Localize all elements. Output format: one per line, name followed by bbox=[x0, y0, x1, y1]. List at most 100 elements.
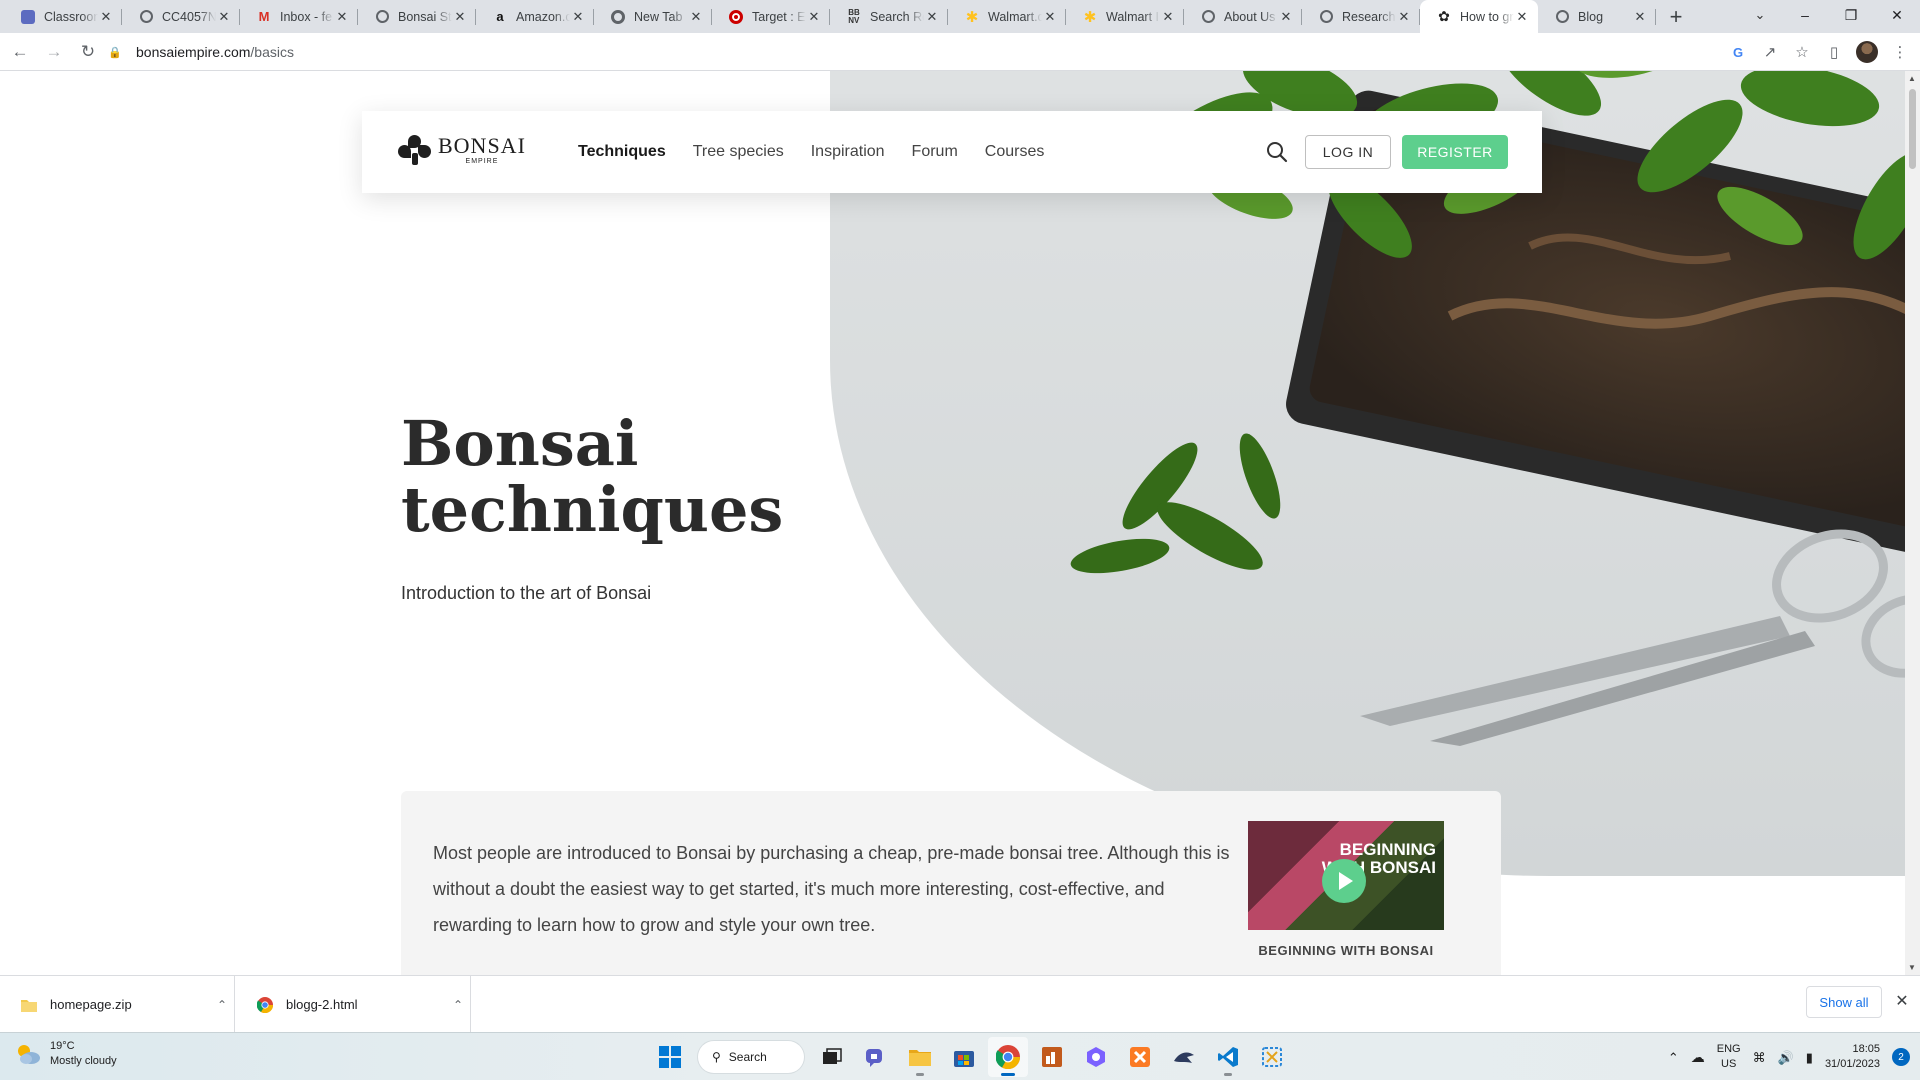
forward-button[interactable]: → bbox=[40, 38, 68, 66]
lock-icon: 🔒 bbox=[108, 46, 122, 59]
login-button[interactable]: LOG IN bbox=[1305, 135, 1391, 169]
app-tiles-icon[interactable] bbox=[1032, 1037, 1072, 1077]
address-bar[interactable]: 🔒 bonsaiempire.com/basics bbox=[108, 36, 1708, 68]
browser-tab[interactable]: Blog ✕ bbox=[1538, 0, 1656, 33]
globe-icon bbox=[1554, 9, 1570, 25]
tab-title: How to gr bbox=[1460, 9, 1514, 24]
side-panel-icon[interactable]: ▯ bbox=[1818, 37, 1850, 67]
file-explorer-icon[interactable] bbox=[900, 1037, 940, 1077]
copilot-app-icon[interactable] bbox=[1076, 1037, 1116, 1077]
download-filename: homepage.zip bbox=[50, 997, 132, 1012]
wifi-icon[interactable]: ⌘ bbox=[1753, 1050, 1766, 1065]
tab-close-icon[interactable]: ✕ bbox=[1042, 9, 1058, 25]
menu-inspiration[interactable]: Inspiration bbox=[811, 143, 885, 161]
tab-close-icon[interactable]: ✕ bbox=[334, 9, 350, 25]
tab-close-icon[interactable]: ✕ bbox=[924, 9, 940, 25]
title-line-1: Bonsai bbox=[401, 407, 639, 480]
browser-tab[interactable]: a Amazon.c ✕ bbox=[476, 0, 594, 33]
new-tab-button[interactable]: + bbox=[1660, 0, 1692, 33]
tab-close-icon[interactable]: ✕ bbox=[1396, 9, 1412, 25]
tab-title: Inbox - fe bbox=[280, 9, 333, 24]
taskbar-search[interactable]: ⚲ Search bbox=[698, 1041, 804, 1073]
windows-start-icon[interactable] bbox=[650, 1037, 690, 1077]
browser-tab[interactable]: About Us ✕ bbox=[1184, 0, 1302, 33]
browser-tab[interactable]: ✿ How to gr ✕ bbox=[1420, 0, 1538, 33]
page-scrollbar[interactable]: ▲ ▼ bbox=[1905, 71, 1920, 975]
task-view-icon[interactable] bbox=[812, 1037, 852, 1077]
bird-app-icon[interactable] bbox=[1164, 1037, 1204, 1077]
play-icon[interactable] bbox=[1322, 859, 1366, 903]
bonsai-empire-logo[interactable]: BONSAI EMPIRE bbox=[398, 135, 526, 165]
google-icon[interactable]: G bbox=[1722, 37, 1754, 67]
tab-close-icon[interactable]: ✕ bbox=[1632, 9, 1648, 25]
share-icon[interactable]: ↗ bbox=[1754, 37, 1786, 67]
browser-tab[interactable]: Target : Ex ✕ bbox=[712, 0, 830, 33]
logo-word: BONSAI bbox=[438, 133, 526, 158]
browser-tab[interactable]: Bonsai Sta✕ bbox=[358, 0, 476, 33]
back-button[interactable]: ← bbox=[6, 38, 34, 66]
tab-close-icon[interactable]: ✕ bbox=[1514, 9, 1530, 25]
browser-toolbar: ← → ↻ 🔒 bonsaiempire.com/basics G ↗ ☆ ▯ … bbox=[0, 33, 1920, 71]
tab-close-icon[interactable]: ✕ bbox=[806, 9, 822, 25]
browser-tab[interactable]: Classroom ✕ bbox=[4, 0, 122, 33]
language-indicator[interactable]: ENG US bbox=[1717, 1042, 1741, 1072]
download-item[interactable]: homepage.zip ⌃ bbox=[0, 976, 235, 1033]
menu-techniques[interactable]: Techniques bbox=[578, 143, 666, 161]
notification-badge[interactable]: 2 bbox=[1892, 1048, 1910, 1066]
tab-close-icon[interactable]: ✕ bbox=[570, 9, 586, 25]
chevron-up-icon[interactable]: ⌃ bbox=[1668, 1050, 1679, 1065]
tab-close-icon[interactable]: ✕ bbox=[98, 9, 114, 25]
show-all-button[interactable]: Show all bbox=[1806, 986, 1882, 1018]
browser-tab[interactable]: Research ✕ bbox=[1302, 0, 1420, 33]
scroll-up-arrow-icon[interactable]: ▲ bbox=[1908, 74, 1916, 83]
browser-tab[interactable]: New Tab ✕ bbox=[594, 0, 712, 33]
menu-tree-species[interactable]: Tree species bbox=[693, 143, 784, 161]
menu-forum[interactable]: Forum bbox=[912, 143, 958, 161]
battery-icon[interactable]: ▮ bbox=[1806, 1050, 1813, 1065]
xampp-icon[interactable] bbox=[1120, 1037, 1160, 1077]
tab-close-icon[interactable]: ✕ bbox=[1278, 9, 1294, 25]
chrome-taskbar-icon[interactable] bbox=[988, 1037, 1028, 1077]
profile-avatar[interactable] bbox=[1856, 41, 1878, 63]
menu-kebab-icon[interactable]: ⋮ bbox=[1884, 37, 1916, 67]
browser-tab[interactable]: M Inbox - fe ✕ bbox=[240, 0, 358, 33]
tab-search-chevron-icon[interactable]: ⌄ bbox=[1745, 0, 1775, 30]
chevron-up-icon[interactable]: ⌃ bbox=[446, 998, 470, 1012]
browser-tab[interactable]: ✱ Walmart.c ✕ bbox=[948, 0, 1066, 33]
register-button[interactable]: REGISTER bbox=[1402, 135, 1508, 169]
teams-chat-icon[interactable] bbox=[856, 1037, 896, 1077]
weather-condition: Mostly cloudy bbox=[50, 1055, 117, 1067]
browser-tab[interactable]: BB NV Search Re ✕ bbox=[830, 0, 948, 33]
vscode-icon[interactable] bbox=[1208, 1037, 1248, 1077]
onedrive-cloud-icon[interactable]: ☁ bbox=[1691, 1049, 1705, 1065]
tab-close-icon[interactable]: ✕ bbox=[452, 9, 468, 25]
reload-button[interactable]: ↻ bbox=[74, 38, 102, 66]
scrollbar-thumb[interactable] bbox=[1909, 89, 1916, 169]
scroll-down-arrow-icon[interactable]: ▼ bbox=[1908, 963, 1916, 972]
close-window-button[interactable]: ✕ bbox=[1874, 0, 1920, 30]
chevron-up-icon[interactable]: ⌃ bbox=[210, 998, 234, 1012]
main-menu: Techniques Tree species Inspiration Foru… bbox=[578, 111, 1071, 193]
close-icon[interactable]: ✕ bbox=[1890, 990, 1914, 1014]
tab-close-icon[interactable]: ✕ bbox=[216, 9, 232, 25]
download-item[interactable]: blogg-2.html ⌃ bbox=[236, 976, 471, 1033]
browser-tab[interactable]: CC4057NI ✕ bbox=[122, 0, 240, 33]
clock[interactable]: 18:05 31/01/2023 bbox=[1825, 1042, 1880, 1072]
tab-title: New Tab bbox=[634, 9, 683, 24]
video-caption[interactable]: BEGINNING WITH BONSAI bbox=[1248, 943, 1444, 958]
search-icon[interactable] bbox=[1266, 141, 1288, 163]
weather-widget[interactable]: 19°C Mostly cloudy bbox=[14, 1039, 117, 1069]
target-icon bbox=[728, 9, 744, 25]
bookmark-star-icon[interactable]: ☆ bbox=[1786, 37, 1818, 67]
gmail-icon: M bbox=[258, 9, 270, 24]
microsoft-store-icon[interactable] bbox=[944, 1037, 984, 1077]
tab-close-icon[interactable]: ✕ bbox=[688, 9, 704, 25]
volume-icon[interactable]: 🔊 bbox=[1778, 1050, 1794, 1065]
browser-tab[interactable]: ✱ Walmart I ✕ bbox=[1066, 0, 1184, 33]
minimize-button[interactable]: – bbox=[1782, 0, 1828, 30]
restore-button[interactable]: ❐ bbox=[1828, 0, 1874, 30]
video-thumbnail[interactable]: BEGINNING WITH BONSAI bbox=[1248, 821, 1444, 930]
tab-close-icon[interactable]: ✕ bbox=[1160, 9, 1176, 25]
snipping-tool-icon[interactable] bbox=[1252, 1037, 1292, 1077]
menu-courses[interactable]: Courses bbox=[985, 143, 1045, 161]
